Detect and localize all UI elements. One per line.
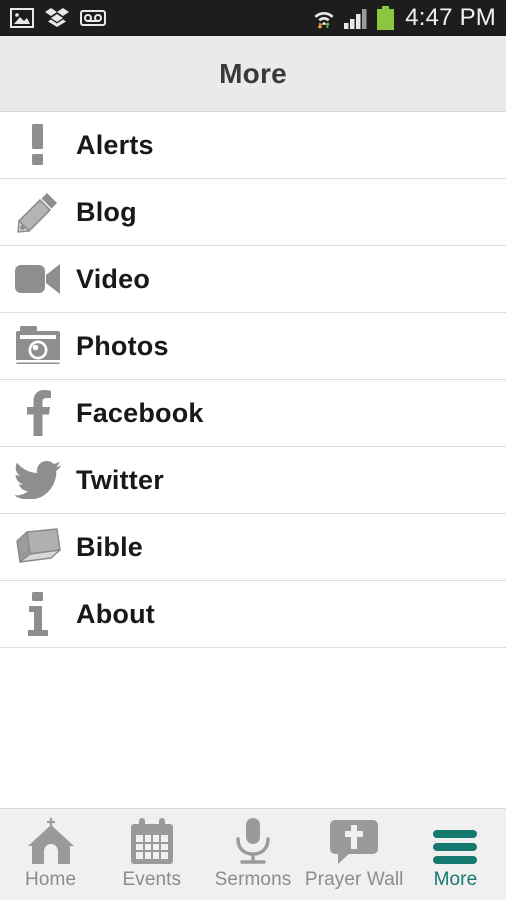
app-screen: 4:47 PM More Alerts Blog Video Photos Fa… xyxy=(0,0,506,900)
page-title: More xyxy=(219,57,287,89)
hamburger-icon xyxy=(433,818,478,866)
book-icon xyxy=(0,514,76,581)
status-bar: 4:47 PM xyxy=(0,0,506,36)
facebook-icon xyxy=(0,380,76,447)
status-bar-clock: 4:47 PM xyxy=(405,4,496,31)
tab-more[interactable]: More xyxy=(405,809,506,900)
list-item-label: About xyxy=(76,598,155,629)
microphone-icon xyxy=(231,818,275,866)
tab-events[interactable]: Events xyxy=(101,809,202,900)
twitter-bird-icon xyxy=(0,447,76,514)
tab-label: Sermons xyxy=(214,869,292,890)
status-bar-right-icons: 4:47 PM xyxy=(311,0,496,36)
tab-home[interactable]: Home xyxy=(0,809,101,900)
list-item-alerts[interactable]: Alerts xyxy=(0,112,506,179)
pencil-icon xyxy=(0,179,76,246)
exclamation-icon xyxy=(0,112,76,179)
video-camera-icon xyxy=(0,246,76,313)
speech-cross-icon xyxy=(328,818,380,866)
list-item-bible[interactable]: Bible xyxy=(0,514,506,581)
list-item-label: Blog xyxy=(76,196,137,227)
tab-label: Events xyxy=(122,869,182,890)
more-menu-list: Alerts Blog Video Photos Facebook Twitte… xyxy=(0,112,506,808)
page-header: More xyxy=(0,36,506,112)
list-item-about[interactable]: About xyxy=(0,581,506,648)
tab-label: Prayer Wall xyxy=(304,869,404,890)
gallery-image-icon xyxy=(10,8,34,28)
voicemail-icon xyxy=(80,9,106,27)
list-item-label: Photos xyxy=(76,330,169,361)
list-item-photos[interactable]: Photos xyxy=(0,313,506,380)
bottom-tab-bar: Home Events Sermons Prayer Wall More xyxy=(0,808,506,900)
cellular-signal-icon xyxy=(344,7,370,29)
list-item-label: Facebook xyxy=(76,397,204,428)
tab-prayer-wall[interactable]: Prayer Wall xyxy=(304,809,405,900)
list-item-twitter[interactable]: Twitter xyxy=(0,447,506,514)
list-item-label: Alerts xyxy=(76,129,154,160)
list-item-label: Video xyxy=(76,263,151,294)
wifi-data-transfer-icon xyxy=(311,5,337,31)
info-icon xyxy=(0,581,76,648)
tab-label: More xyxy=(433,869,478,890)
calendar-icon xyxy=(128,818,176,866)
church-icon xyxy=(25,818,77,866)
list-item-facebook[interactable]: Facebook xyxy=(0,380,506,447)
dropbox-icon xyxy=(45,7,69,29)
battery-icon xyxy=(377,6,395,30)
list-item-label: Twitter xyxy=(76,464,164,495)
tab-sermons[interactable]: Sermons xyxy=(202,809,303,900)
status-bar-left-icons xyxy=(10,7,106,29)
list-item-video[interactable]: Video xyxy=(0,246,506,313)
tab-label: Home xyxy=(25,869,77,890)
list-item-blog[interactable]: Blog xyxy=(0,179,506,246)
camera-icon xyxy=(0,313,76,380)
list-item-label: Bible xyxy=(76,531,144,562)
